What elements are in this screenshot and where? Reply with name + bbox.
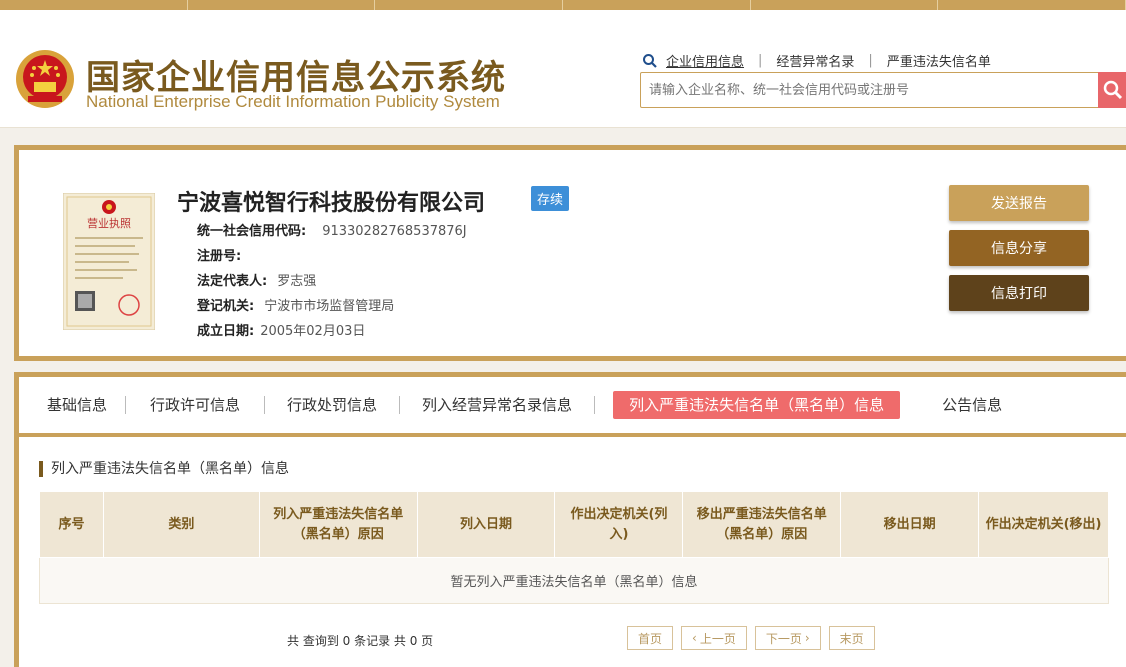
column-header: 列入日期 bbox=[416, 491, 556, 558]
info-row-legal-rep: 法定代表人: 罗志强 bbox=[197, 270, 316, 289]
tab-blacklist[interactable]: 列入严重违法失信名单（黑名单）信息 bbox=[613, 391, 901, 419]
site-header: 国家企业信用信息公示系统 National Enterprise Credit … bbox=[0, 10, 1126, 128]
info-row-established: 成立日期: 2005年02月03日 bbox=[197, 320, 365, 339]
table-header-row: 序号 类别 列入严重违法失信名单（黑名单）原因 列入日期 作出决定机关(列入) … bbox=[39, 491, 1109, 558]
tab-bar: 基础信息 行政许可信息 行政处罚信息 列入经营异常名录信息 列入严重违法失信名单… bbox=[19, 391, 1126, 437]
field-value: 91330282768537876J bbox=[322, 224, 467, 239]
column-header: 作出决定机关(列入) bbox=[554, 491, 684, 558]
field-value: 2005年02月03日 bbox=[260, 324, 366, 339]
print-button[interactable]: 信息打印 bbox=[949, 275, 1089, 311]
link-enterprise-credit[interactable]: 企业信用信息 bbox=[658, 51, 758, 70]
field-label: 注册号: bbox=[197, 249, 242, 264]
company-card: 营业执照 宁波喜悦智行科技股份有限公司 存续 统一社会信用代码: 91330282… bbox=[14, 145, 1126, 361]
table-row: 暂无列入严重违法失信名单（黑名单）信息 bbox=[39, 557, 1109, 604]
column-header: 列入严重违法失信名单（黑名单）原因 bbox=[258, 491, 418, 558]
info-row-credit-code: 统一社会信用代码: 91330282768537876J bbox=[197, 220, 467, 239]
info-row-reg-no: 注册号: bbox=[197, 245, 251, 264]
link-blacklist[interactable]: 严重违法失信名单 bbox=[873, 51, 1005, 70]
tab-announcements[interactable]: 公告信息 bbox=[924, 391, 1020, 419]
column-header: 移出严重违法失信名单（黑名单）原因 bbox=[682, 491, 842, 558]
column-header: 作出决定机关(移出) bbox=[978, 491, 1109, 558]
search-input[interactable] bbox=[640, 72, 1100, 108]
next-page-button[interactable]: 下一页 › bbox=[754, 626, 821, 650]
pagination-summary: 共 查询到 0 条记录 共 0 页 bbox=[287, 634, 434, 648]
link-abnormal-list[interactable]: 经营异常名录 bbox=[762, 51, 868, 70]
field-label: 登记机关: bbox=[197, 299, 255, 314]
license-title: 营业执照 bbox=[87, 216, 131, 230]
search-icon bbox=[1103, 80, 1123, 100]
chevron-left-icon: ‹ bbox=[692, 631, 697, 645]
site-title-en: National Enterprise Credit Information P… bbox=[86, 92, 500, 111]
blacklist-table: 序号 类别 列入严重违法失信名单（黑名单）原因 列入日期 作出决定机关(列入) … bbox=[39, 491, 1109, 604]
section-title: 列入严重违法失信名单（黑名单）信息 bbox=[39, 461, 289, 477]
field-label: 成立日期: bbox=[197, 324, 255, 339]
first-page-label: 首页 bbox=[638, 631, 663, 646]
tab-abnormal-list[interactable]: 列入经营异常名录信息 bbox=[400, 391, 594, 419]
first-page-button[interactable]: 首页 bbox=[627, 626, 674, 650]
detail-panel: 基础信息 行政许可信息 行政处罚信息 列入经营异常名录信息 列入严重违法失信名单… bbox=[14, 372, 1126, 667]
chevron-right-icon: › bbox=[804, 631, 810, 645]
last-page-label: 末页 bbox=[839, 631, 864, 646]
company-name: 宁波喜悦智行科技股份有限公司 bbox=[177, 191, 486, 216]
last-page-button[interactable]: 末页 bbox=[828, 626, 875, 650]
tab-admin-license[interactable]: 行政许可信息 bbox=[126, 391, 264, 419]
search-button[interactable] bbox=[1098, 72, 1126, 108]
column-header: 类别 bbox=[102, 491, 260, 558]
tab-basic-info[interactable]: 基础信息 bbox=[29, 391, 125, 419]
send-report-button[interactable]: 发送报告 bbox=[949, 185, 1089, 221]
field-label: 法定代表人: bbox=[197, 274, 268, 289]
tab-separator bbox=[594, 396, 596, 414]
field-value: 罗志强 bbox=[277, 274, 317, 289]
prev-page-label: 上一页 bbox=[699, 631, 736, 646]
next-page-label: 下一页 bbox=[765, 631, 802, 646]
column-header: 移出日期 bbox=[840, 491, 980, 558]
top-decor-strip bbox=[0, 0, 1126, 10]
column-header: 序号 bbox=[39, 491, 104, 558]
empty-state-text: 暂无列入严重违法失信名单（黑名单）信息 bbox=[39, 557, 1109, 604]
prev-page-button[interactable]: ‹ 上一页 bbox=[681, 626, 747, 650]
tab-admin-penalty[interactable]: 行政处罚信息 bbox=[265, 391, 399, 419]
business-license-image: 营业执照 bbox=[63, 193, 155, 330]
share-button[interactable]: 信息分享 bbox=[949, 230, 1089, 266]
magnifier-icon bbox=[643, 53, 657, 68]
field-value: 宁波市市场监督管理局 bbox=[264, 299, 395, 314]
search-type-links: 企业信用信息 | 经营异常名录 | 严重违法失信名单 bbox=[642, 51, 1005, 70]
info-row-authority: 登记机关: 宁波市市场监督管理局 bbox=[197, 295, 394, 314]
pagination: 首页 ‹ 上一页 下一页 › 末页 bbox=[627, 626, 875, 650]
field-label: 统一社会信用代码: bbox=[197, 224, 307, 239]
national-emblem-icon bbox=[16, 50, 74, 108]
status-badge: 存续 bbox=[531, 186, 570, 211]
